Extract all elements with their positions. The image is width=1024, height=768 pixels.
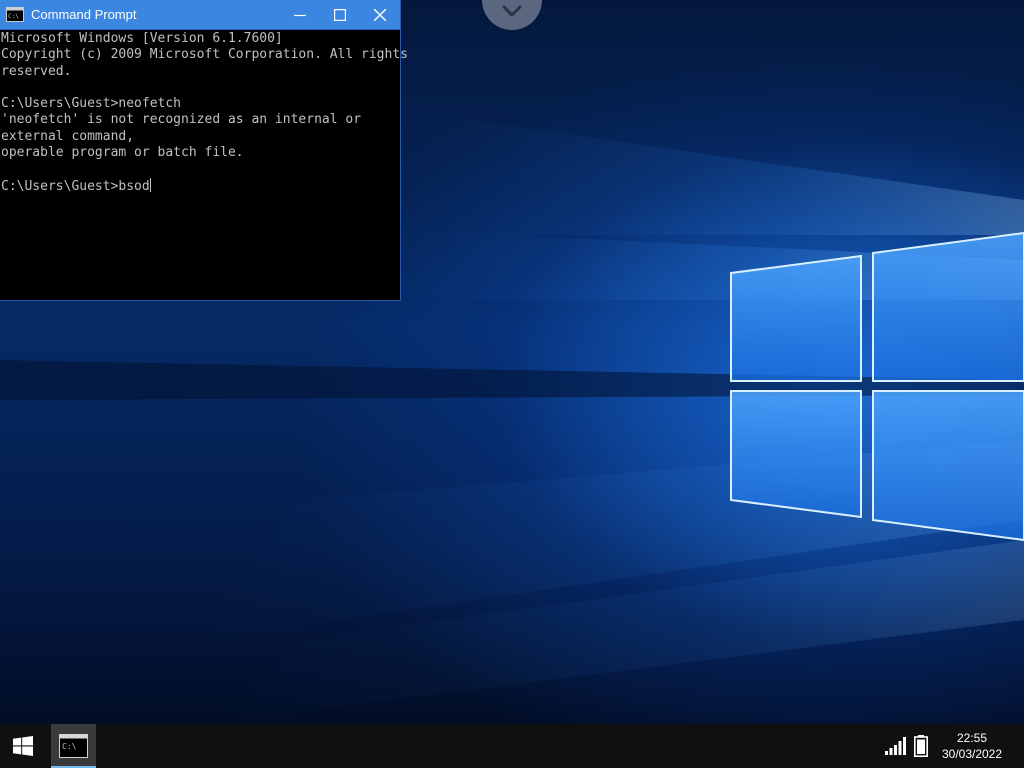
svg-text:C:\: C:\ [8, 13, 19, 20]
clock-date: 30/03/2022 [941, 747, 1003, 761]
signal-strength-icon[interactable] [885, 737, 907, 755]
console-line: external command, [1, 128, 135, 144]
desktop[interactable]: C:\ Command Prompt Microsoft Windows [Ve… [0, 0, 1024, 724]
svg-text:C:\: C:\ [62, 742, 77, 751]
console-line: 'neofetch' is not recognized as an inter… [1, 112, 362, 128]
console-line: Copyright (c) 2009 Microsoft Corporation… [1, 47, 408, 63]
console-line: operable program or batch file. [1, 145, 244, 161]
console-line: Microsoft Windows [Version 6.1.7600] [1, 31, 283, 46]
console-icon: C:\ [59, 734, 88, 758]
maximize-button[interactable] [320, 0, 360, 30]
start-button[interactable] [0, 724, 46, 768]
close-button[interactable] [360, 0, 400, 30]
window-titlebar[interactable]: C:\ Command Prompt [0, 0, 400, 30]
close-icon [374, 9, 386, 21]
command-prompt-window[interactable]: C:\ Command Prompt Microsoft Windows [Ve… [0, 0, 408, 300]
console-icon: C:\ [6, 7, 24, 22]
window-title: Command Prompt [31, 7, 137, 22]
console-line: reserved. [1, 63, 72, 79]
console-input-text: C:\Users\Guest>bsod [1, 178, 150, 194]
chevron-down-icon [502, 5, 522, 17]
taskbar: C:\ 22:55 30/03/2022 [0, 724, 1024, 768]
clock-time: 22:55 [956, 731, 988, 745]
console-input-line[interactable]: C:\Users\Guest>bsod [1, 177, 400, 194]
text-cursor [149, 177, 151, 192]
system-clock[interactable]: 22:55 30/03/2022 [934, 730, 1010, 762]
taskbar-app-command-prompt[interactable]: C:\ [51, 724, 96, 768]
minimize-icon [294, 14, 306, 17]
maximize-icon [334, 9, 346, 21]
console-line: C:\Users\Guest>neofetch [1, 96, 182, 112]
windows-logo-icon [13, 736, 33, 756]
console-output[interactable]: Microsoft Windows [Version 6.1.7600] Cop… [0, 30, 408, 300]
minimize-button[interactable] [280, 0, 320, 30]
battery-icon[interactable] [914, 735, 928, 757]
